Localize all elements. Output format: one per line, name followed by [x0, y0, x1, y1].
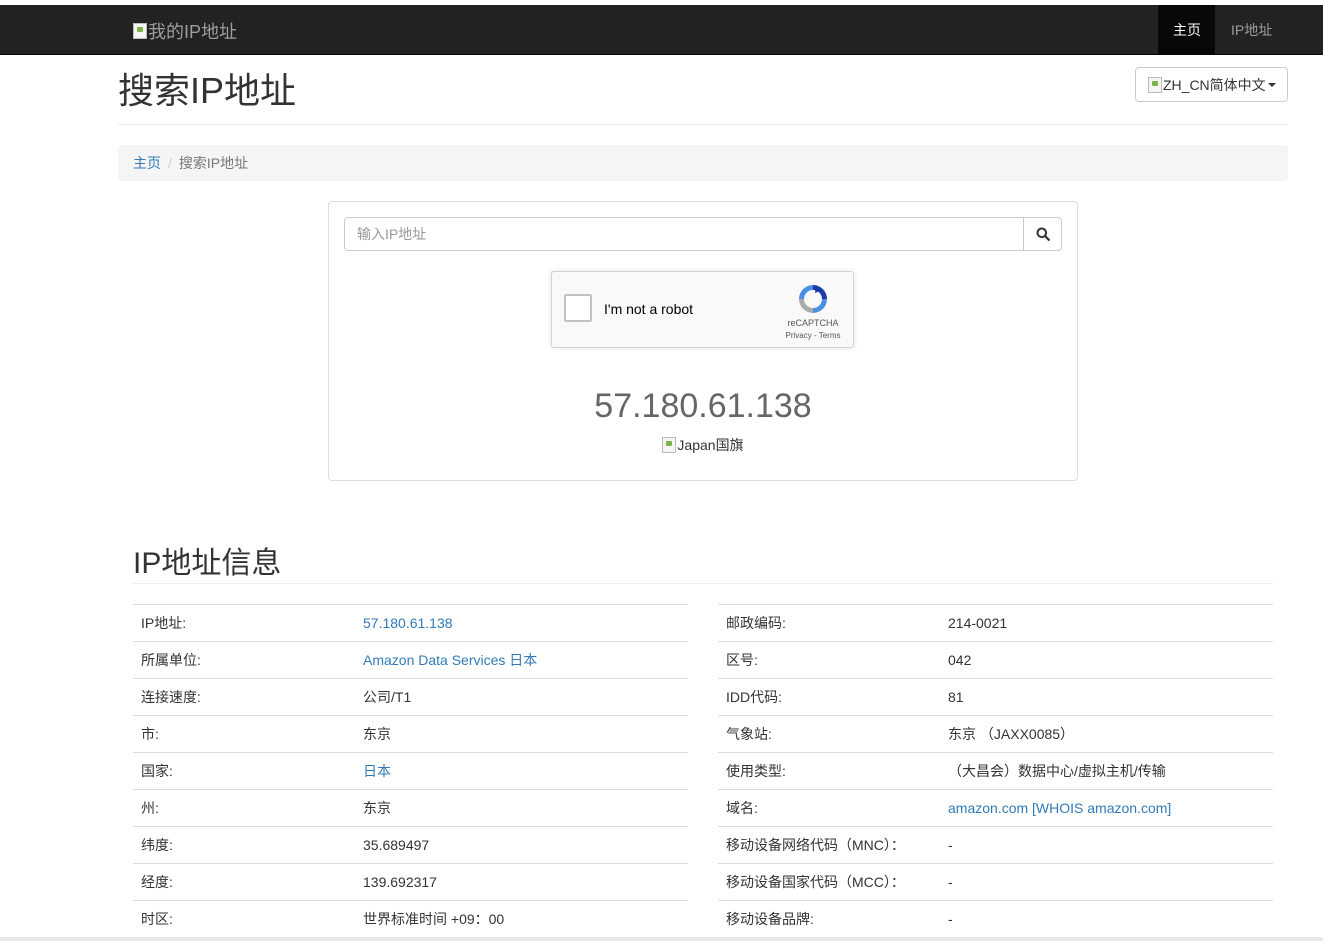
info-value-link[interactable]: 日本 [355, 752, 688, 790]
nav-item-ip-address[interactable]: IP地址 [1216, 5, 1287, 55]
table-row: 域名: amazon.com [WHOIS amazon.com] [718, 789, 1273, 827]
info-value-link[interactable]: Amazon Data Services 日本 [355, 641, 688, 679]
broken-image-icon [662, 437, 677, 453]
table-row: 市: 东京 [133, 715, 688, 753]
bottom-border [0, 937, 1323, 941]
info-value: 东京 （JAXX0085） [940, 715, 1273, 753]
info-key: 所属单位: [133, 641, 355, 679]
search-panel: I'm not a robot reCAPTCHA Privacy - Term… [328, 201, 1078, 481]
table-row: 区号: 042 [718, 641, 1273, 679]
info-value: 042 [940, 641, 1273, 679]
info-value: - [940, 900, 1273, 938]
info-value: - [940, 863, 1273, 901]
info-key: 州: [133, 789, 355, 827]
ip-info-table-right: 邮政编码: 214-0021 区号: 042 IDD代码: 81 气象站: 东京 （JAXX0… [718, 604, 1273, 938]
brand-alt-text: 我的IP地址 [148, 22, 238, 42]
recaptcha-checkbox[interactable] [564, 294, 592, 322]
table-row: 移动设备网络代码（MNC）： - [718, 826, 1273, 864]
table-row: 州: 东京 [133, 789, 688, 827]
language-label: ZH_CN简体中文 [1163, 76, 1266, 93]
info-key: IDD代码: [718, 678, 940, 716]
info-key: 使用类型: [718, 752, 940, 790]
recaptcha-logo-icon [799, 285, 827, 313]
table-row: 使用类型: （大昌会）数据中心/虚拟主机/传输 [718, 752, 1273, 790]
info-value: 35.689497 [355, 826, 688, 864]
info-key: 移动设备品牌: [718, 900, 940, 938]
info-value: 世界标准时间 +09：00 [355, 900, 688, 938]
info-key: 域名: [718, 789, 940, 827]
flag-alt-text: Japan国旗 [677, 437, 744, 453]
info-key: IP地址: [133, 604, 355, 642]
language-dropdown-button[interactable]: ZH_CN简体中文 [1135, 67, 1288, 102]
table-row: IDD代码: 81 [718, 678, 1273, 716]
info-key: 邮政编码: [718, 604, 940, 642]
table-row: 时区: 世界标准时间 +09：00 [133, 900, 688, 938]
brand-logo[interactable]: 我的IP地址 [133, 18, 237, 44]
info-section-title: IP地址信息 [133, 547, 282, 580]
table-row: 移动设备国家代码（MCC）： - [718, 863, 1273, 901]
broken-image-icon [133, 23, 147, 39]
info-value: 公司/T1 [355, 678, 688, 716]
info-key: 国家: [133, 752, 355, 790]
nav-item-home[interactable]: 主页 [1158, 5, 1215, 55]
recaptcha-label: I'm not a robot [604, 301, 694, 317]
info-value: 139.692317 [355, 863, 688, 901]
breadcrumb: 主页 / 搜索IP地址 [118, 145, 1288, 181]
breadcrumb-home-link[interactable]: 主页 [133, 155, 161, 171]
table-row: 气象站: 东京 （JAXX0085） [718, 715, 1273, 753]
info-value-link[interactable]: amazon.com [WHOIS amazon.com] [940, 789, 1273, 827]
navbar: 我的IP地址 主页 IP地址 [0, 5, 1323, 55]
table-row: 移动设备品牌: - [718, 900, 1273, 938]
current-ip-address: 57.180.61.138 [594, 387, 812, 425]
search-input[interactable] [344, 217, 1024, 251]
table-row: 经度: 139.692317 [133, 863, 688, 901]
header-divider [118, 124, 1288, 125]
breadcrumb-separator: / [168, 155, 172, 171]
table-row: 所属单位: Amazon Data Services 日本 [133, 641, 688, 679]
info-key: 时区: [133, 900, 355, 938]
recaptcha-brand: reCAPTCHA [787, 318, 839, 328]
info-key: 连接速度: [133, 678, 355, 716]
info-value-link[interactable]: 57.180.61.138 [355, 604, 688, 642]
info-value: 东京 [355, 789, 688, 827]
info-value: - [940, 826, 1273, 864]
broken-image-icon [1148, 76, 1162, 93]
info-value: 东京 [355, 715, 688, 753]
info-key: 纬度: [133, 826, 355, 864]
info-key: 经度: [133, 863, 355, 901]
info-value: 214-0021 [940, 604, 1273, 642]
table-row: 国家: 日本 [133, 752, 688, 790]
info-value: 81 [940, 678, 1273, 716]
breadcrumb-current: 搜索IP地址 [178, 155, 249, 171]
table-row: 纬度: 35.689497 [133, 826, 688, 864]
caret-down-icon [1267, 82, 1276, 87]
ip-info-table-left: IP地址: 57.180.61.138 所属单位: Amazon Data Servi… [133, 604, 688, 938]
info-key: 市: [133, 715, 355, 753]
search-icon [1036, 227, 1050, 241]
table-row: 连接速度: 公司/T1 [133, 678, 688, 716]
info-key: 气象站: [718, 715, 940, 753]
search-button[interactable] [1023, 217, 1062, 251]
recaptcha-privacy-terms[interactable]: Privacy - Terms [780, 331, 846, 340]
info-key: 区号: [718, 641, 940, 679]
page-title: 搜索IP地址 [118, 70, 297, 111]
info-key: 移动设备国家代码（MCC）： [718, 863, 940, 901]
recaptcha-widget: I'm not a robot reCAPTCHA Privacy - Term… [551, 271, 854, 348]
table-row: IP地址: 57.180.61.138 [133, 604, 688, 642]
info-value: （大昌会）数据中心/虚拟主机/传输 [940, 752, 1273, 790]
info-key: 移动设备网络代码（MNC）： [718, 826, 940, 864]
country-flag: Japan国旗 [329, 435, 1077, 456]
info-divider [133, 583, 1273, 584]
table-row: 邮政编码: 214-0021 [718, 604, 1273, 642]
